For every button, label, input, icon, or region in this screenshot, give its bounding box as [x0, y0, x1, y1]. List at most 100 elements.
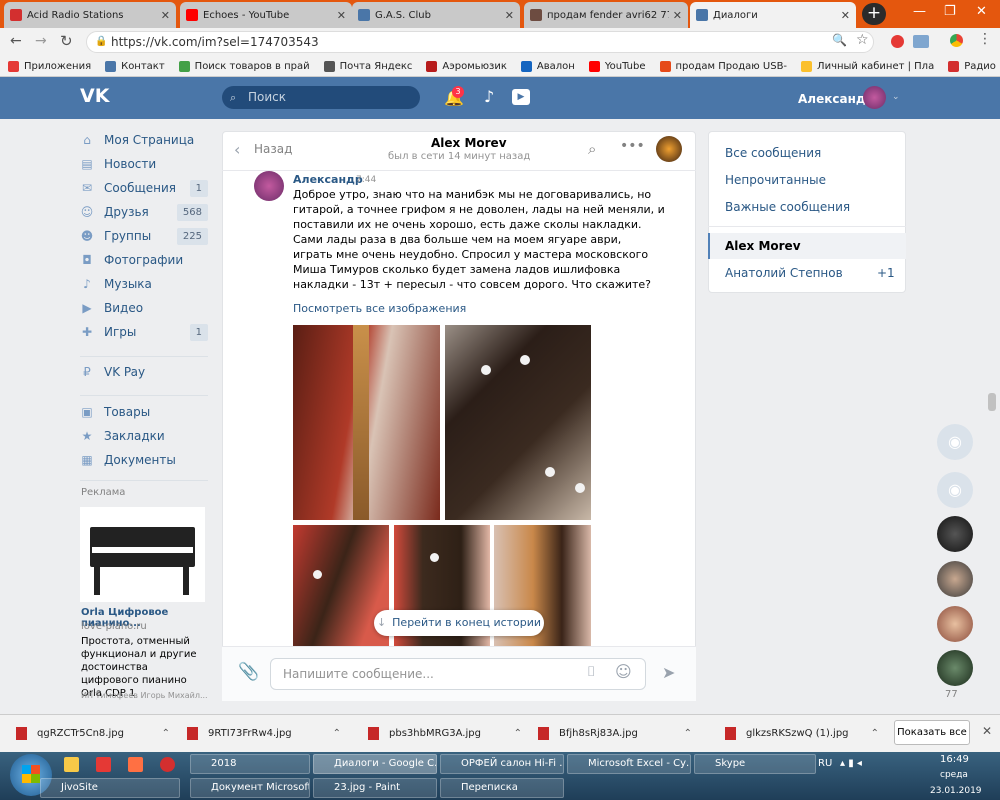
sidebar-item[interactable]: ✉ Сообщения 1 — [80, 177, 208, 199]
download-item[interactable]: qgRZCTr5Cn8.jpg ⌃ — [16, 714, 186, 752]
browser-tab[interactable]: продам fender avri62 77гр пр ✕ — [524, 2, 688, 28]
ad-image[interactable] — [80, 507, 205, 602]
tray-icons[interactable]: ▴ ▮ ◂ — [840, 758, 862, 769]
close-icon[interactable]: ✕ — [161, 9, 170, 22]
friend-avatar[interactable]: ◉ — [937, 424, 973, 460]
goto-end-button[interactable]: ↓ Перейти в конец истории — [374, 610, 544, 636]
forward-arrow-icon[interactable]: → — [35, 33, 47, 49]
sidebar-item[interactable]: ▶ Видео — [80, 297, 208, 319]
browser-tab[interactable]: G.A.S. Club ✕ — [352, 2, 520, 28]
sidebar-item[interactable]: ♪ Музыка — [80, 273, 208, 295]
camera-icon[interactable]: ⌷ — [587, 664, 595, 680]
address-bar[interactable]: 🔒 https://vk.com/im?sel=174703543 — [86, 31, 874, 53]
view-all-images-link[interactable]: Посмотреть все изображения — [293, 302, 466, 315]
browser-tab[interactable]: Acid Radio Stations ✕ — [4, 2, 176, 28]
bookmark-item[interactable]: Поиск товаров в прай — [178, 60, 310, 72]
close-icon[interactable]: ✕ — [673, 9, 682, 22]
new-tab-button[interactable]: + — [862, 3, 886, 25]
maximize-button[interactable]: ❐ — [944, 4, 956, 19]
bookmark-item[interactable]: Авалон — [520, 60, 575, 72]
abp-icon[interactable] — [913, 35, 929, 48]
taskbar-button[interactable]: JivoSite — [40, 778, 180, 798]
attached-photo[interactable] — [293, 325, 440, 520]
extension-icon[interactable] — [891, 35, 904, 48]
sidebar-item[interactable]: ▤ Новости — [80, 153, 208, 175]
avatar[interactable] — [863, 86, 886, 109]
app-icon[interactable] — [128, 757, 143, 772]
contact-name[interactable]: Alex Morev — [431, 136, 507, 150]
more-icon[interactable]: ••• — [620, 138, 645, 154]
conversation-name[interactable]: Alex Morev — [725, 239, 801, 253]
chevron-up-icon[interactable]: ⌃ — [684, 728, 692, 739]
smile-icon[interactable]: ☺ — [615, 662, 632, 681]
chevron-up-icon[interactable]: ⌃ — [333, 728, 341, 739]
minimize-button[interactable]: — — [913, 4, 926, 19]
sidebar-item[interactable]: ▦ Документы — [80, 449, 208, 471]
taskbar-button[interactable]: Microsoft Excel - Су... — [567, 754, 691, 774]
online-count[interactable]: 77 — [945, 689, 958, 700]
paperclip-icon[interactable]: 📎 — [238, 662, 259, 682]
taskbar-button[interactable]: 2018 — [190, 754, 310, 774]
clock-time[interactable]: 16:49 — [940, 754, 969, 765]
menu-dots-icon[interactable]: ⋮ — [978, 31, 992, 47]
language-indicator[interactable]: RU — [818, 758, 832, 769]
download-item[interactable]: 9RTI73FrRw4.jpg ⌃ — [187, 714, 357, 752]
avatar[interactable] — [254, 171, 284, 201]
play-icon[interactable]: ▶ — [512, 89, 530, 105]
bookmark-item[interactable]: Аэромьюзик — [426, 60, 507, 72]
music-note-icon[interactable]: ♪ — [484, 87, 494, 106]
attached-photo[interactable] — [445, 325, 591, 520]
sidebar-item[interactable]: ★ Закладки — [80, 425, 208, 447]
message-author[interactable]: Александр — [293, 173, 363, 186]
chevron-up-icon[interactable]: ⌃ — [514, 728, 522, 739]
browser-tab[interactable]: Echoes - YouTube ✕ — [180, 2, 352, 28]
download-item[interactable]: glkzsRKSzwQ (1).jpg ⌃ — [725, 714, 895, 752]
message-time[interactable]: 7:44 — [356, 175, 376, 185]
search-input[interactable]: ⌕ Поиск — [222, 86, 420, 109]
show-all-button[interactable]: Показать все — [894, 720, 970, 745]
chevron-up-icon[interactable]: ⌃ — [871, 728, 879, 739]
zoom-icon[interactable]: 🔍 — [832, 33, 847, 47]
bookmark-item[interactable]: Приложения — [8, 60, 91, 72]
bookmark-item[interactable]: Почта Яндекс — [323, 60, 412, 72]
sidebar-item[interactable]: ☺ Друзья 568 — [80, 201, 208, 223]
explorer-icon[interactable] — [64, 757, 79, 772]
chrome-icon[interactable] — [950, 34, 963, 47]
search-icon[interactable]: ⌕ — [588, 140, 596, 158]
star-icon[interactable]: ☆ — [856, 32, 869, 48]
conversation-name[interactable]: Анатолий Степнов — [725, 266, 843, 280]
sidebar-item[interactable]: ☻ Группы 225 — [80, 225, 208, 247]
download-item[interactable]: pbs3hbMRG3A.jpg ⌃ — [368, 714, 538, 752]
reload-icon[interactable]: ↻ — [60, 32, 73, 50]
browser-tab[interactable]: Диалоги ✕ — [690, 2, 856, 28]
friend-avatar[interactable] — [937, 606, 973, 642]
chevron-down-icon[interactable]: ⌄ — [892, 92, 900, 102]
taskbar-button[interactable]: Переписка — [440, 778, 564, 798]
sidebar-item[interactable]: ◘ Фотографии — [80, 249, 208, 271]
sidebar-item[interactable]: ⌂ Моя Страница — [80, 129, 208, 151]
taskbar-button[interactable]: Документ Microsoft ... — [190, 778, 310, 798]
taskbar-button[interactable]: ОРФЕЙ салон Hi-Fi ... — [440, 754, 564, 774]
taskbar-button[interactable]: 23.jpg - Paint — [313, 778, 437, 798]
close-icon[interactable]: ✕ — [841, 9, 850, 22]
filter-important[interactable]: Важные сообщения — [725, 200, 850, 214]
contact-avatar[interactable] — [656, 136, 682, 162]
sidebar-item[interactable]: ▣ Товары — [80, 401, 208, 423]
yandex-icon[interactable] — [160, 757, 175, 772]
friend-avatar[interactable] — [937, 561, 973, 597]
bookmark-item[interactable]: Личный кабинет | Пла — [801, 60, 934, 72]
bookmark-item[interactable]: Контакт — [105, 60, 165, 72]
bookmark-item[interactable]: YouTube — [588, 60, 646, 72]
bookmark-item[interactable]: Радио MAXIMUM! ЕСЛ — [948, 60, 1000, 72]
page-scrollbar[interactable] — [988, 393, 996, 411]
vk-logo[interactable]: VK — [80, 85, 110, 109]
bookmark-item[interactable]: продам Продаю USB- — [659, 60, 787, 72]
ad-site[interactable]: love-piano.ru — [81, 621, 147, 632]
taskbar-button[interactable]: Skype — [694, 754, 816, 774]
friend-avatar[interactable] — [937, 516, 973, 552]
back-chevron-icon[interactable]: ‹ — [234, 140, 240, 159]
filter-unread[interactable]: Непрочитанные — [725, 173, 826, 187]
sidebar-item[interactable]: ₽ VK Pay — [80, 361, 208, 383]
back-arrow-icon[interactable]: ← — [10, 33, 22, 49]
friend-avatar[interactable] — [937, 650, 973, 686]
